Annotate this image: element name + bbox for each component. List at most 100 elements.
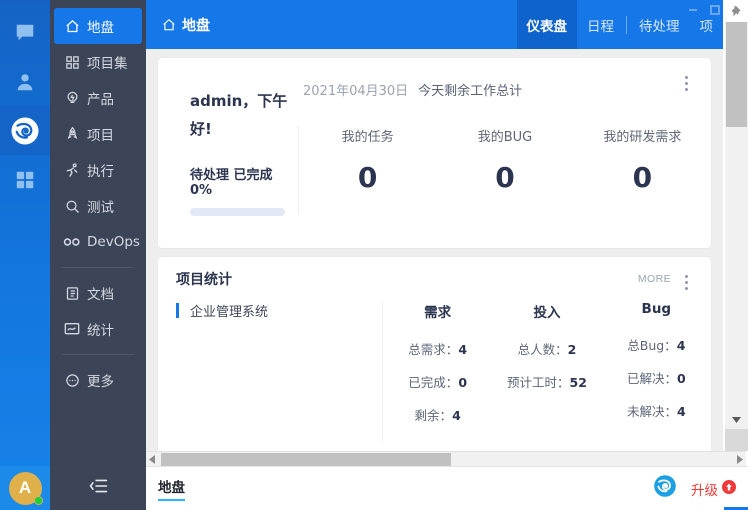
sidebar-item-project[interactable]: 项目: [54, 116, 142, 152]
chart-monitor-icon: [62, 322, 82, 336]
column-header: Bug: [641, 301, 672, 317]
sidebar-item-stat[interactable]: 统计: [54, 311, 142, 347]
metric-value: 4: [676, 338, 686, 353]
column-header: 需求: [424, 305, 452, 321]
maximize-button[interactable]: [709, 3, 721, 21]
vertical-scrollbar[interactable]: [725, 22, 748, 451]
greeting-card-menu-button[interactable]: [679, 76, 693, 91]
metric-label: 预计工时：: [507, 375, 570, 390]
metric-value: 4: [452, 408, 461, 423]
list-item[interactable]: 企业管理系统: [176, 301, 382, 320]
sidebar-item-program[interactable]: 项目集: [54, 44, 142, 80]
home-icon: [62, 19, 82, 34]
infinity-icon: [62, 236, 82, 248]
taskbar-tab-dashboard[interactable]: 地盘: [158, 476, 185, 501]
project-stats-header: 项目统计 MORE: [158, 257, 711, 301]
scroll-down-arrow-icon[interactable]: [725, 411, 748, 427]
project-card-menu-button[interactable]: [679, 275, 693, 290]
sidebar-divider-1: [62, 267, 134, 268]
metric-column-story: 需求 总需求：4 已完成：0 剩余：4: [383, 301, 492, 441]
today-stats: 我的任务 0 我的BUG 0 我的研发需求 0: [299, 126, 711, 214]
contacts-icon: [17, 73, 33, 90]
magnifier-icon: [62, 199, 82, 214]
sidebar-item-test[interactable]: 测试: [54, 188, 142, 224]
tab-todo[interactable]: 待处理: [629, 0, 690, 49]
sidebar-item-dashboard[interactable]: 地盘: [54, 8, 142, 44]
sidebar-item-more[interactable]: 更多: [54, 362, 142, 398]
today-date: 2021年04月30日: [303, 84, 409, 99]
today-summary-line: 2021年04月30日 今天剩余工作总计: [303, 80, 522, 99]
metric-value: 0: [458, 375, 468, 390]
rail-item-contacts[interactable]: [0, 57, 50, 106]
sidebar-item-label: 执行: [87, 164, 114, 180]
project-list: 企业管理系统: [158, 301, 382, 441]
metric-label: 剩余：: [414, 408, 453, 423]
top-header-bar: 地盘 仪表盘 日程 待处理 项: [146, 0, 723, 49]
online-status-dot: [33, 495, 43, 505]
metric-label: 已完成：: [408, 375, 459, 390]
metric-label: 已解决：: [626, 371, 677, 386]
metric-value: 4: [458, 342, 468, 357]
metric-label: 总人数：: [517, 342, 568, 357]
horizontal-scroll-track[interactable]: [159, 452, 733, 467]
stat-value: 0: [495, 161, 515, 194]
tab-dashboard[interactable]: 仪表盘: [516, 0, 577, 49]
sidebar-item-label: 更多: [87, 374, 114, 390]
document-icon: [62, 286, 82, 301]
horizontal-scroll-thumb[interactable]: [161, 452, 451, 466]
greeting-card: admin，下午好! 待处理 已完成0% 2021年04月30日 今天剩余工作总计…: [158, 58, 711, 248]
sidebar-item-label: 项目集: [87, 56, 128, 72]
metric-row: 已解决：0: [602, 371, 711, 387]
stat-my-bugs[interactable]: 我的BUG 0: [436, 126, 573, 214]
window-controls: [687, 3, 721, 21]
collapse-menu-icon[interactable]: [89, 478, 108, 499]
taskbar-right: 升级: [653, 474, 748, 503]
nav-divider: [626, 15, 627, 34]
sidebar-item-label: 产品: [87, 92, 114, 108]
more-link[interactable]: MORE: [638, 273, 671, 285]
metric-row: 总需求：4: [383, 342, 492, 358]
ellipsis-circle-icon: [62, 373, 82, 388]
zentao-logo-icon[interactable]: [653, 474, 677, 503]
stat-my-stories[interactable]: 我的研发需求 0: [574, 126, 711, 214]
metric-row: 预计工时：52: [492, 375, 601, 391]
avatar[interactable]: A: [8, 471, 43, 505]
program-grid-icon: [62, 55, 82, 70]
lightbulb-icon: [62, 90, 82, 106]
left-icon-rail: [0, 0, 50, 466]
metric-value: 0: [676, 371, 686, 386]
project-stats-body: 企业管理系统 需求 总需求：4 已完成：0 剩余：4 投入 总人数：2 预计工时…: [158, 301, 711, 441]
upgrade-arrow-icon: [722, 479, 736, 498]
horizontal-scrollbar[interactable]: [146, 451, 746, 466]
tab-schedule[interactable]: 日程: [577, 0, 624, 49]
sidebar-item-devops[interactable]: DevOps: [54, 224, 142, 260]
project-metrics: 需求 总需求：4 已完成：0 剩余：4 投入 总人数：2 预计工时：52 Bug…: [382, 301, 711, 441]
rail-item-chat[interactable]: [0, 8, 50, 57]
sidebar-item-label: 文档: [87, 287, 114, 303]
rail-item-apps[interactable]: [0, 155, 50, 204]
metric-value: 4: [676, 404, 686, 419]
rocket-icon: [62, 126, 82, 142]
pin-icon[interactable]: [724, 2, 746, 22]
scroll-right-arrow-icon[interactable]: [733, 452, 746, 467]
vertical-scroll-thumb[interactable]: [726, 22, 747, 127]
stat-value: 0: [357, 161, 378, 194]
header-brand[interactable]: 地盘: [162, 15, 210, 35]
sidebar-item-product[interactable]: 产品: [54, 80, 142, 116]
sidebar-item-label: 测试: [87, 200, 114, 216]
sidebar-item-doc[interactable]: 文档: [54, 275, 142, 311]
scroll-left-arrow-icon[interactable]: [146, 452, 159, 467]
sidebar-item-execution[interactable]: 执行: [54, 152, 142, 188]
greeting-right: 2021年04月30日 今天剩余工作总计 我的任务 0 我的BUG 0 我的研发需…: [298, 84, 711, 214]
zentao-app-window: A 地盘 项目集 产品 项目 执行 测试 DevOps 文档 统计 更多 地盘 …: [0, 0, 748, 510]
upgrade-button[interactable]: 升级: [691, 479, 736, 499]
sidebar-collapse-area[interactable]: [50, 466, 146, 510]
rail-item-zentao[interactable]: [0, 106, 50, 155]
minimize-button[interactable]: [687, 3, 699, 21]
scrollbar-corner: [725, 429, 748, 451]
project-name: 企业管理系统: [190, 305, 269, 320]
user-avatar-area[interactable]: A: [0, 466, 50, 510]
stat-my-tasks[interactable]: 我的任务 0: [299, 126, 436, 214]
content-area: admin，下午好! 待处理 已完成0% 2021年04月30日 今天剩余工作总计…: [146, 49, 723, 451]
chat-icon: [16, 24, 34, 40]
